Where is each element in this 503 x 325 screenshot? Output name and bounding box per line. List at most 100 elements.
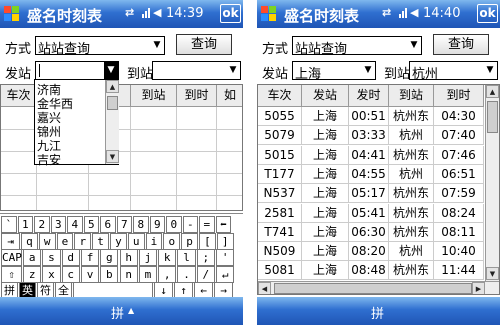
keyboard-key[interactable]: j [138,249,158,267]
table-row[interactable]: N537 上海 05:17 杭州东 07:59 [258,184,484,204]
keyboard-key[interactable]: = [199,216,215,233]
table-row[interactable]: 5079 上海 03:33 杭州 07:40 [258,126,484,146]
keyboard-key[interactable]: , [158,265,177,283]
windows-start-icon[interactable] [261,6,276,21]
keyboard-key[interactable]: o [163,232,181,250]
keyboard-key[interactable]: [ [199,232,216,250]
keyboard-key[interactable]: p [181,232,198,250]
keyboard-key[interactable]: 4 [67,216,83,233]
table-row[interactable]: 2581 上海 05:41 杭州东 08:24 [258,203,484,223]
scroll-right-icon[interactable]: ▶ [472,282,485,294]
keyboard-key[interactable]: u [127,232,145,250]
column-header[interactable]: 到时 [177,85,217,107]
scroll-thumb[interactable] [107,96,118,110]
keyboard-key[interactable]: 3 [50,216,66,233]
keyboard-key[interactable]: t [92,232,109,250]
keyboard-key[interactable]: y [110,232,127,250]
table-row[interactable]: N509 上海 08:20 杭州 10:40 [258,242,484,262]
keyboard-key[interactable]: l [177,249,196,267]
scroll-down-icon[interactable]: ▼ [106,150,119,163]
keyboard-key[interactable]: 5 [83,216,99,233]
keyboard-key[interactable]: ↵ [216,265,235,283]
keyboard-key[interactable]: q [21,232,38,250]
scroll-thumb[interactable] [487,101,498,133]
keyboard-key[interactable]: r [74,232,92,250]
query-button[interactable]: 查询 [433,34,489,55]
keyboard-key[interactable]: v [80,265,100,283]
mode-select[interactable]: 站站查询 ▼ [35,36,165,57]
keyboard-key[interactable]: 9 [149,216,165,233]
ok-button[interactable]: ok [477,4,498,23]
query-button[interactable]: 查询 [176,34,232,55]
scroll-up-icon[interactable]: ▲ [486,85,499,98]
column-header[interactable]: 到站 [389,85,434,107]
keyboard-key[interactable]: a [23,249,42,267]
column-header[interactable]: 到时 [434,85,484,107]
keyboard-key[interactable]: i [145,232,163,250]
table-row[interactable]: T741 上海 06:30 杭州东 08:11 [258,222,484,242]
keyboard-key[interactable]: c [61,265,80,283]
scroll-left-icon[interactable]: ◀ [258,282,271,294]
keyboard-key[interactable]: ` [1,216,17,233]
to-station-select[interactable]: ▼ [152,61,241,80]
keyboard-key[interactable]: - [182,216,198,233]
scroll-thumb[interactable] [274,283,472,294]
table-row[interactable]: 5015 上海 04:41 杭州东 07:46 [258,145,484,165]
keyboard-key[interactable]: z [23,265,42,283]
keyboard-key[interactable]: ; [196,249,215,267]
volume-icon[interactable]: ◀︎ [410,6,418,19]
table-vertical-scrollbar[interactable]: ▲ ▼ [485,85,499,281]
keyboard-key[interactable]: 6 [100,216,116,233]
keyboard-key[interactable]: ' [216,249,235,267]
table-row[interactable]: T177 上海 04:55 杭州 06:51 [258,164,484,184]
keyboard-key[interactable]: s [42,249,61,267]
arrow-up-icon[interactable]: ▲ [128,306,134,315]
keyboard-key[interactable]: 1 [17,216,33,233]
ok-button[interactable]: ok [220,4,241,23]
table-row[interactable]: 5055 上海 00:51 杭州东 04:30 [258,107,484,126]
keyboard-key[interactable]: 0 [166,216,182,233]
dropdown-item[interactable]: 吉安 [37,151,61,168]
keyboard-key[interactable]: 8 [133,216,149,233]
station-dropdown-list[interactable]: 济南 金华西 嘉兴 锦州 九江 吉安 ▲ ▼ [34,79,119,168]
keyboard-key[interactable]: n [119,265,138,283]
keyboard-key[interactable]: g [100,249,119,267]
from-station-select[interactable]: 上海 ▼ [292,61,376,82]
table-horizontal-scrollbar[interactable]: ◀ ▶ [258,281,499,294]
keyboard-key[interactable]: CAP [1,249,22,267]
keyboard-key[interactable]: ⇥ [1,232,20,250]
dropdown-scrollbar[interactable]: ▲ ▼ [105,80,119,164]
scroll-up-icon[interactable]: ▲ [106,80,119,93]
from-station-select[interactable]: ▼ [35,61,119,80]
keyboard-key[interactable]: ⇧ [1,265,22,283]
mode-select[interactable]: 站站查询 ▼ [292,36,422,57]
column-header[interactable]: 车次 [1,85,37,107]
scroll-down-icon[interactable]: ▼ [486,267,499,280]
keyboard-key[interactable]: 2 [34,216,50,233]
keyboard-key[interactable]: b [100,265,119,283]
column-header[interactable]: 如 [217,85,242,107]
table-row[interactable]: 5081 上海 08:48 杭州东 11:44 [258,261,484,281]
windows-start-icon[interactable] [4,6,19,21]
column-header[interactable]: 发站 [302,85,349,107]
column-header[interactable]: 车次 [258,85,302,107]
volume-icon[interactable]: ◀︎ [153,6,161,19]
keyboard-key[interactable]: k [158,249,177,267]
keyboard-key[interactable]: e [56,232,74,250]
keyboard-key[interactable]: f [80,249,100,267]
column-header[interactable]: 发时 [349,85,389,107]
keyboard-key[interactable]: h [119,249,138,267]
column-header[interactable]: 到站 [131,85,177,107]
keyboard-key[interactable]: d [61,249,80,267]
input-method-button[interactable]: 拼 [371,303,384,322]
keyboard-key[interactable]: . [177,265,196,283]
input-method-button[interactable]: 拼 [111,303,124,322]
keyboard-key[interactable]: 7 [116,216,132,233]
keyboard-key[interactable]: m [138,265,158,283]
keyboard-key[interactable]: w [38,232,56,250]
keyboard-key[interactable]: ⬅ [215,216,231,233]
keyboard-key[interactable]: x [42,265,61,283]
to-station-select[interactable]: 杭州 ▼ [409,61,498,82]
keyboard-key[interactable]: / [196,265,215,283]
keyboard-key[interactable]: ] [216,232,234,250]
